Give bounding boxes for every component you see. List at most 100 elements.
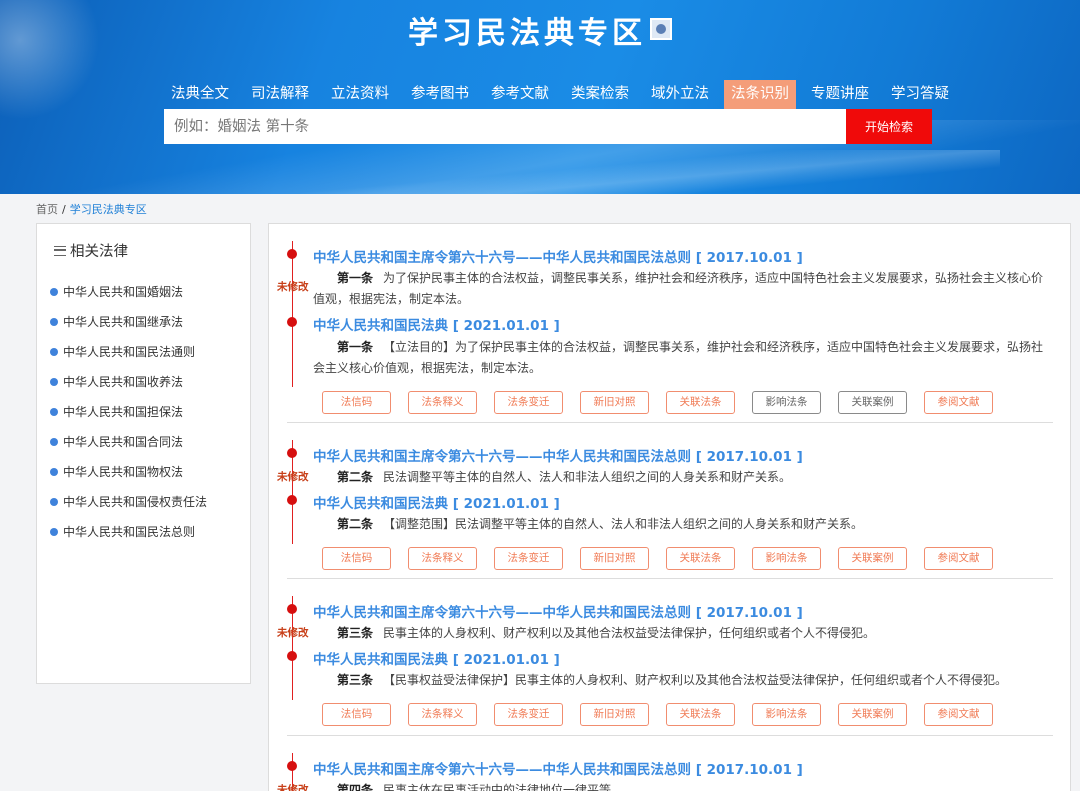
- sidebar-item-label: 中华人民共和国继承法: [63, 315, 184, 329]
- article-number: 第一条: [337, 340, 374, 354]
- search-bar: 开始检索: [164, 109, 932, 144]
- old-new-compare-button[interactable]: 新旧对照: [580, 391, 649, 414]
- article-number: 第四条: [337, 783, 374, 791]
- nav-item-reference-books[interactable]: 参考图书: [404, 80, 476, 109]
- article-interpretation-button[interactable]: 法条释义: [408, 547, 477, 570]
- old-article-text: 第二条 民法调整平等主体的自然人、法人和非法人组织之间的人身关系和财产关系。: [313, 467, 1053, 488]
- breadcrumb-current[interactable]: 学习民法典专区: [70, 203, 147, 216]
- article-interpretation-button[interactable]: 法条释义: [408, 391, 477, 414]
- sidebar: 相关法律 中华人民共和国婚姻法 中华人民共和国继承法 中华人民共和国民法通则 中…: [36, 223, 251, 684]
- old-article-text: 第三条 民事主体的人身权利、财产权利以及其他合法权益受法律保护，任何组织或者个人不…: [313, 623, 1053, 644]
- new-law-title[interactable]: 中华人民共和国民法典 [ 2021.01.01 ]: [313, 314, 560, 334]
- timeline-line: [292, 241, 293, 387]
- timeline-dot: [287, 651, 297, 661]
- article-number: 第二条: [337, 470, 374, 484]
- status-badge: 未修改: [277, 471, 309, 483]
- top-nav: 法典全文 司法解释 立法资料 参考图书 参考文献 类案检索 域外立法 法条识别 …: [164, 80, 964, 109]
- nav-item-legislative-materials[interactable]: 立法资料: [324, 80, 396, 109]
- references-button[interactable]: 参阅文献: [924, 703, 993, 726]
- timeline-dot: [287, 604, 297, 614]
- nav-item-foreign-legislation[interactable]: 域外立法: [644, 80, 716, 109]
- related-cases-button[interactable]: 关联案例: [838, 703, 907, 726]
- nav-item-lectures[interactable]: 专题讲座: [804, 80, 876, 109]
- emblem-icon: [650, 18, 672, 40]
- sidebar-item-label: 中华人民共和国婚姻法: [63, 285, 184, 299]
- bullet-icon: [50, 498, 58, 506]
- faxin-code-button[interactable]: 法信码: [322, 703, 391, 726]
- related-cases-button[interactable]: 关联案例: [838, 547, 907, 570]
- article-changes-button[interactable]: 法条变迁: [494, 391, 563, 414]
- article-content: 【民事权益受法律保护】民事主体的人身权利、财产权利以及其他合法权益受法律保护，任…: [383, 673, 1008, 687]
- sidebar-item-general-provisions[interactable]: 中华人民共和国民法总则: [50, 522, 207, 552]
- timeline-dot: [287, 761, 297, 771]
- banner-decoration: [300, 150, 1000, 194]
- timeline-dot: [287, 448, 297, 458]
- related-articles-button[interactable]: 关联法条: [666, 547, 735, 570]
- article-changes-button[interactable]: 法条变迁: [494, 703, 563, 726]
- sidebar-item-property-law[interactable]: 中华人民共和国物权法: [50, 462, 207, 492]
- nav-item-judicial-interpretation[interactable]: 司法解释: [244, 80, 316, 109]
- bullet-icon: [50, 408, 58, 416]
- sidebar-item-inheritance-law[interactable]: 中华人民共和国继承法: [50, 312, 207, 342]
- article-number: 第三条: [337, 673, 374, 687]
- new-law-title[interactable]: 中华人民共和国民法典 [ 2021.01.01 ]: [313, 492, 560, 512]
- nav-item-references[interactable]: 参考文献: [484, 80, 556, 109]
- menu-icon: [54, 245, 66, 256]
- related-laws-list: 中华人民共和国婚姻法 中华人民共和国继承法 中华人民共和国民法通则 中华人民共和…: [50, 282, 207, 552]
- sidebar-item-guarantee-law[interactable]: 中华人民共和国担保法: [50, 402, 207, 432]
- sidebar-item-marriage-law[interactable]: 中华人民共和国婚姻法: [50, 282, 207, 312]
- old-law-title[interactable]: 中华人民共和国主席令第六十六号——中华人民共和国民法总则 [ 2017.10.0…: [313, 445, 803, 465]
- article-actions: 法信码 法条释义 法条变迁 新旧对照 关联法条 影响法条 关联案例 参阅文献: [322, 391, 1010, 414]
- new-law-title[interactable]: 中华人民共和国民法典 [ 2021.01.01 ]: [313, 648, 560, 668]
- sidebar-item-contract-law[interactable]: 中华人民共和国合同法: [50, 432, 207, 462]
- article-interpretation-button[interactable]: 法条释义: [408, 703, 477, 726]
- nav-item-case-search[interactable]: 类案检索: [564, 80, 636, 109]
- related-cases-button[interactable]: 关联案例: [838, 391, 907, 414]
- references-button[interactable]: 参阅文献: [924, 547, 993, 570]
- nav-item-qa[interactable]: 学习答疑: [884, 80, 956, 109]
- breadcrumb: 首页 / 学习民法典专区: [36, 201, 147, 217]
- sidebar-item-adoption-law[interactable]: 中华人民共和国收养法: [50, 372, 207, 402]
- old-article-text: 第四条 民事主体在民事活动中的法律地位一律平等。: [313, 780, 1053, 791]
- article-actions: 法信码 法条释义 法条变迁 新旧对照 关联法条 影响法条 关联案例 参阅文献: [322, 547, 1010, 570]
- sidebar-item-general-principles[interactable]: 中华人民共和国民法通则: [50, 342, 207, 372]
- affected-articles-button[interactable]: 影响法条: [752, 703, 821, 726]
- header-banner: 学习民法典专区 法典全文 司法解释 立法资料 参考图书 参考文献 类案检索 域外…: [0, 0, 1080, 194]
- timeline-dot: [287, 317, 297, 327]
- page-title: 学习民法典专区: [0, 8, 1080, 52]
- timeline-dot: [287, 495, 297, 505]
- nav-item-full-text[interactable]: 法典全文: [164, 80, 236, 109]
- sidebar-item-label: 中华人民共和国收养法: [63, 375, 184, 389]
- breadcrumb-home[interactable]: 首页: [36, 203, 58, 216]
- sidebar-item-tort-law[interactable]: 中华人民共和国侵权责任法: [50, 492, 207, 522]
- article-content: 【调整范围】民法调整平等主体的自然人、法人和非法人组织之间的人身关系和财产关系。: [383, 517, 864, 531]
- new-article-text: 第三条 【民事权益受法律保护】民事主体的人身权利、财产权利以及其他合法权益受法律保…: [313, 670, 1053, 691]
- sidebar-item-label: 中华人民共和国民法总则: [63, 525, 196, 539]
- search-input[interactable]: [164, 109, 846, 144]
- search-button[interactable]: 开始检索: [846, 109, 932, 144]
- old-law-title[interactable]: 中华人民共和国主席令第六十六号——中华人民共和国民法总则 [ 2017.10.0…: [313, 758, 803, 778]
- old-new-compare-button[interactable]: 新旧对照: [580, 703, 649, 726]
- nav-item-article-identification[interactable]: 法条识别: [724, 80, 796, 109]
- article-changes-button[interactable]: 法条变迁: [494, 547, 563, 570]
- old-article-text: 第一条 为了保护民事主体的合法权益，调整民事关系，维护社会和经济秩序，适应中国特色…: [313, 268, 1053, 310]
- faxin-code-button[interactable]: 法信码: [322, 547, 391, 570]
- affected-articles-button[interactable]: 影响法条: [752, 391, 821, 414]
- references-button[interactable]: 参阅文献: [924, 391, 993, 414]
- article-content: 民事主体的人身权利、财产权利以及其他合法权益受法律保护，任何组织或者个人不得侵犯…: [383, 626, 876, 640]
- related-articles-button[interactable]: 关联法条: [666, 703, 735, 726]
- faxin-code-button[interactable]: 法信码: [322, 391, 391, 414]
- old-new-compare-button[interactable]: 新旧对照: [580, 547, 649, 570]
- bullet-icon: [50, 378, 58, 386]
- status-badge: 未修改: [277, 784, 309, 791]
- article-card: 未修改 中华人民共和国主席令第六十六号——中华人民共和国民法总则 [ 2017.…: [277, 736, 1053, 791]
- related-articles-button[interactable]: 关联法条: [666, 391, 735, 414]
- bullet-icon: [50, 288, 58, 296]
- old-law-title[interactable]: 中华人民共和国主席令第六十六号——中华人民共和国民法总则 [ 2017.10.0…: [313, 246, 803, 266]
- affected-articles-button[interactable]: 影响法条: [752, 547, 821, 570]
- article-content: 民法调整平等主体的自然人、法人和非法人组织之间的人身关系和财产关系。: [383, 470, 792, 484]
- bullet-icon: [50, 468, 58, 476]
- article-actions: 法信码 法条释义 法条变迁 新旧对照 关联法条 影响法条 关联案例 参阅文献: [322, 703, 1010, 726]
- sidebar-title: 相关法律: [70, 244, 128, 260]
- old-law-title[interactable]: 中华人民共和国主席令第六十六号——中华人民共和国民法总则 [ 2017.10.0…: [313, 601, 803, 621]
